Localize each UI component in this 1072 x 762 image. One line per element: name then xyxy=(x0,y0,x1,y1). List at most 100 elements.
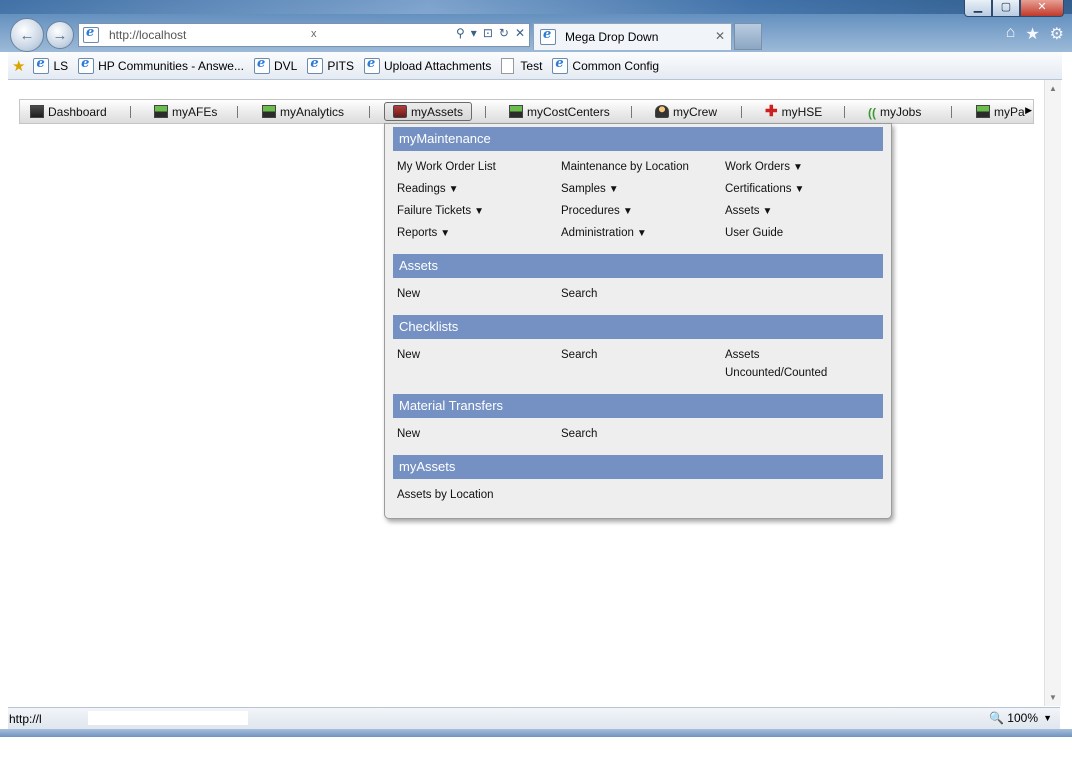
hse-cross-icon: ✚ xyxy=(765,103,778,120)
menu-item-myanalytics[interactable]: myAnalytics xyxy=(262,100,344,123)
menu-item-mycostcenters[interactable]: myCostCenters xyxy=(509,100,610,123)
link-procedures[interactable]: Procedures ▼ xyxy=(561,205,633,217)
section-header-material-transfers: Material Transfers xyxy=(393,394,883,418)
link-assets-new[interactable]: New xyxy=(397,288,420,300)
link-work-orders[interactable]: Work Orders ▼ xyxy=(725,161,803,173)
scroll-up-icon[interactable]: ▲ xyxy=(1049,84,1057,93)
menu-item-label: myAnalytics xyxy=(280,104,345,119)
link-assets-menu[interactable]: Assets ▼ xyxy=(725,205,772,217)
menu-item-mycrew[interactable]: myCrew xyxy=(655,100,717,123)
tab-close-icon[interactable]: ✕ xyxy=(715,29,725,43)
favorite-common-config[interactable]: Common Config xyxy=(552,56,659,74)
ie-icon xyxy=(363,56,380,74)
link-samples[interactable]: Samples ▼ xyxy=(561,183,619,195)
zoom-control[interactable]: 🔍 100% ▼ xyxy=(989,711,1052,725)
close-window-button[interactable]: ✕ xyxy=(1020,0,1064,17)
menu-item-label: myHSE xyxy=(781,104,823,119)
address-bar[interactable]: http://localhost x ⚲ ▾ ⊡ ↻ ✕ xyxy=(78,23,530,47)
home-icon[interactable]: ⌂ xyxy=(1006,24,1016,44)
link-material-transfers-search[interactable]: Search xyxy=(561,428,597,440)
menu-item-label: Dashboard xyxy=(48,104,107,119)
browser-toolbar-right: ⌂ ★ ⚙ xyxy=(1006,24,1064,44)
favorite-label: Upload Attachments xyxy=(383,58,492,73)
maximize-button[interactable]: ▢ xyxy=(992,0,1020,17)
favorites-star-icon[interactable]: ★ xyxy=(1025,24,1039,44)
dropdown-triangle-icon: ▼ xyxy=(448,184,459,195)
section-header-myassets: myAssets xyxy=(393,455,883,479)
favorite-pits[interactable]: PITS xyxy=(307,56,354,74)
redacted-region xyxy=(88,711,248,725)
menu-separator xyxy=(369,106,370,118)
menu-separator xyxy=(485,106,486,118)
menu-item-myjobs[interactable]: ((myJobs xyxy=(868,100,921,123)
vertical-scrollbar[interactable]: ▲ ▼ xyxy=(1044,80,1061,706)
address-url-suffix: x xyxy=(311,28,317,40)
link-administration[interactable]: Administration ▼ xyxy=(561,227,647,239)
favorite-label: Test xyxy=(520,58,543,73)
menu-item-myassets[interactable]: myAssets xyxy=(384,102,473,121)
forward-arrow-icon: → xyxy=(52,26,68,44)
link-label: Reports xyxy=(397,227,438,239)
new-tab-button[interactable] xyxy=(734,23,762,50)
menu-item-label: myCostCenters xyxy=(527,104,610,119)
costcenters-icon xyxy=(509,105,523,118)
favorites-star-icon[interactable]: ★ xyxy=(12,57,25,75)
menu-item-label: myJobs xyxy=(880,104,922,119)
minimize-button[interactable]: ▁ xyxy=(964,0,992,17)
dropdown-triangle-icon: ▼ xyxy=(794,184,805,195)
search-icon[interactable]: ⚲ xyxy=(456,26,465,40)
link-checklists-assets[interactable]: Assets xyxy=(725,349,760,361)
link-assets-by-location[interactable]: Assets by Location xyxy=(397,489,494,501)
address-tools: ⚲ ▾ ⊡ ↻ ✕ xyxy=(456,26,525,40)
ie-icon xyxy=(253,56,270,74)
assets-icon xyxy=(393,105,407,118)
link-readings[interactable]: Readings ▼ xyxy=(397,183,459,195)
menu-scroll-right-icon[interactable]: ▶ xyxy=(1025,105,1032,116)
back-button[interactable]: ← xyxy=(10,18,44,52)
favorite-dvl[interactable]: DVL xyxy=(253,56,297,74)
link-checklists-search[interactable]: Search xyxy=(561,349,597,361)
menu-item-mypa[interactable]: myPa xyxy=(976,100,1025,123)
favorite-test[interactable]: Test xyxy=(501,57,543,74)
dropdown-triangle-icon: ▼ xyxy=(608,184,619,195)
stop-icon[interactable]: ✕ xyxy=(515,26,525,40)
menu-item-label: myAssets xyxy=(411,104,464,119)
link-checklists-new[interactable]: New xyxy=(397,349,420,361)
favorite-ls[interactable]: LS xyxy=(33,56,69,74)
link-failure-tickets[interactable]: Failure Tickets ▼ xyxy=(397,205,484,217)
link-label: Readings xyxy=(397,183,446,195)
refresh-icon[interactable]: ↻ xyxy=(499,26,509,40)
page-icon xyxy=(501,57,515,74)
link-label: Failure Tickets xyxy=(397,205,472,217)
menu-item-dashboard[interactable]: Dashboard xyxy=(30,100,107,123)
favorite-upload-attachments[interactable]: Upload Attachments xyxy=(363,56,492,74)
chevron-down-icon[interactable]: ▼ xyxy=(1043,713,1052,723)
link-user-guide[interactable]: User Guide xyxy=(725,227,783,239)
dashboard-icon xyxy=(30,105,44,118)
menu-separator xyxy=(130,106,131,118)
dropdown-arrow-icon[interactable]: ▾ xyxy=(471,26,477,40)
favorite-hp-communities[interactable]: HP Communities - Answe... xyxy=(78,56,244,74)
dropdown-triangle-icon: ▼ xyxy=(474,206,485,217)
link-my-work-order-list[interactable]: My Work Order List xyxy=(397,161,496,173)
link-reports[interactable]: Reports ▼ xyxy=(397,227,450,239)
menu-separator xyxy=(237,106,238,118)
link-label: Samples xyxy=(561,183,606,195)
forward-button[interactable]: → xyxy=(46,21,74,49)
gear-icon[interactable]: ⚙ xyxy=(1050,24,1064,44)
scroll-down-icon[interactable]: ▼ xyxy=(1049,693,1057,702)
dropdown-triangle-icon: ▼ xyxy=(622,206,633,217)
menu-item-myhse[interactable]: ✚ myHSE xyxy=(765,100,822,123)
menu-item-myafes[interactable]: myAFEs xyxy=(154,100,217,123)
favorite-label: PITS xyxy=(327,58,354,73)
link-maintenance-by-location[interactable]: Maintenance by Location xyxy=(561,161,689,173)
compatibility-icon[interactable]: ⊡ xyxy=(483,26,493,40)
link-checklists-uncounted-counted[interactable]: Uncounted/Counted xyxy=(725,367,827,379)
menu-item-label: myAFEs xyxy=(172,104,218,119)
link-material-transfers-new[interactable]: New xyxy=(397,428,420,440)
link-certifications[interactable]: Certifications ▼ xyxy=(725,183,804,195)
favorite-label: LS xyxy=(53,58,69,73)
ie-icon xyxy=(33,56,50,74)
tab-mega-drop-down[interactable]: Mega Drop Down ✕ xyxy=(533,23,732,50)
link-assets-search[interactable]: Search xyxy=(561,288,597,300)
